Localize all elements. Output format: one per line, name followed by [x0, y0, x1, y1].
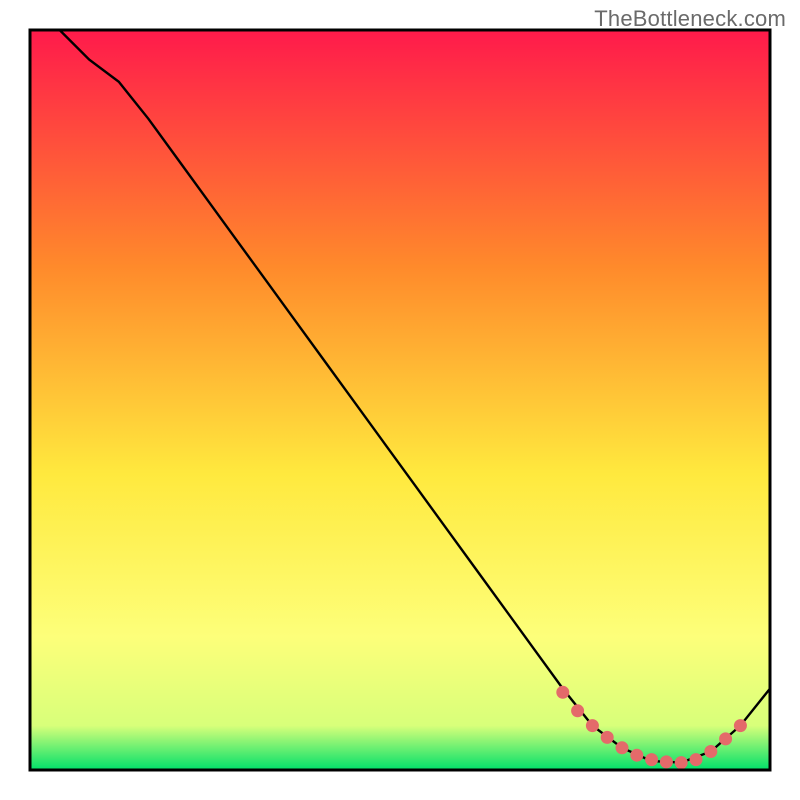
marker-point	[734, 719, 747, 732]
marker-point	[616, 741, 629, 754]
plot-background	[30, 30, 770, 770]
marker-point	[704, 745, 717, 758]
marker-point	[571, 704, 584, 717]
marker-point	[645, 753, 658, 766]
marker-point	[719, 732, 732, 745]
watermark-text: TheBottleneck.com	[594, 6, 786, 32]
marker-point	[586, 719, 599, 732]
marker-point	[660, 755, 673, 768]
marker-point	[556, 686, 569, 699]
chart-container: { "watermark": "TheBottleneck.com", "col…	[0, 0, 800, 800]
bottleneck-chart	[0, 0, 800, 800]
marker-point	[675, 756, 688, 769]
marker-point	[690, 753, 703, 766]
marker-point	[630, 749, 643, 762]
marker-point	[601, 731, 614, 744]
